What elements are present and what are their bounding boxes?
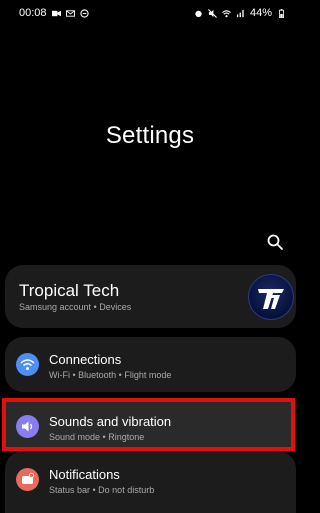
battery-percent: 44% — [249, 7, 272, 19]
signal-icon — [236, 9, 244, 17]
account-name: Tropical Tech — [19, 281, 120, 300]
settings-item-label: Connections — [49, 352, 122, 367]
account-card[interactable]: Tropical Tech Samsung account • Devices — [5, 265, 296, 328]
settings-item-notifications[interactable]: Notifications Status bar • Do not distur… — [5, 455, 296, 505]
circle-minus-icon — [79, 8, 89, 18]
status-time: 00:08 — [19, 7, 47, 19]
account-subtitle: Samsung account • Devices — [19, 302, 132, 312]
settings-item-subtitle: Status bar • Do not disturb — [49, 485, 155, 495]
wifi-status-icon — [222, 9, 231, 17]
settings-item-label: Notifications — [49, 467, 120, 482]
search-icon[interactable] — [266, 233, 284, 251]
mute-icon — [208, 8, 217, 18]
status-bar: 00:08 44% — [0, 0, 300, 26]
settings-item-label: Sounds and vibration — [49, 414, 172, 429]
status-left: 00:08 — [19, 7, 89, 19]
speaker-icon — [16, 415, 39, 438]
settings-item-subtitle: Sound mode • Ringtone — [49, 432, 145, 442]
settings-item-subtitle: Wi-Fi • Bluetooth • Flight mode — [49, 370, 172, 380]
status-right: 44% — [194, 7, 286, 19]
settings-item-sounds-and-vibration[interactable]: Sounds and vibration Sound mode • Ringto… — [5, 402, 296, 452]
wifi-icon — [16, 353, 39, 376]
video-camera-icon — [51, 10, 61, 16]
battery-icon — [279, 8, 284, 18]
mail-icon — [65, 9, 75, 17]
alarm-icon — [195, 10, 202, 17]
tropical-tech-logo-icon — [258, 289, 284, 309]
page-title: Settings — [105, 122, 195, 149]
notification-icon — [16, 468, 39, 491]
account-avatar[interactable] — [248, 274, 294, 320]
settings-item-connections[interactable]: Connections Wi-Fi • Bluetooth • Flight m… — [5, 340, 296, 390]
